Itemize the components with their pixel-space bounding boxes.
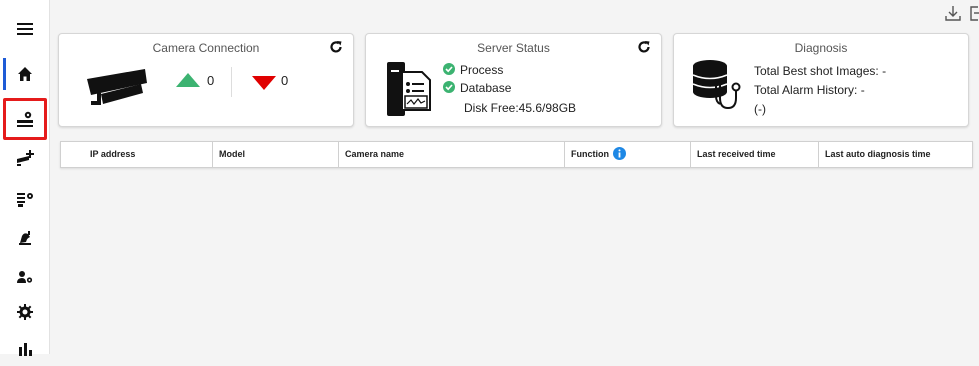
camera-icon xyxy=(87,69,147,105)
disk-free: Disk Free:45.6/98GB xyxy=(464,101,577,115)
column-header-ip-address[interactable]: IP address xyxy=(61,142,212,167)
process-ok-icon xyxy=(443,63,455,75)
database-ok-icon xyxy=(443,81,455,93)
camera-settings-icon xyxy=(17,193,33,207)
gear-icon xyxy=(17,304,33,320)
column-header-last-received-time[interactable]: Last received time xyxy=(690,142,818,167)
column-header-function[interactable]: Function xyxy=(564,142,690,167)
best-shot-total: Total Best shot Images: - xyxy=(754,64,887,78)
add-camera-icon xyxy=(17,150,34,166)
function-label: Function xyxy=(571,149,609,159)
sidebar-item-server-settings[interactable] xyxy=(3,98,47,140)
sidebar xyxy=(0,0,50,356)
sidebar-item-home[interactable] xyxy=(0,56,50,92)
divider xyxy=(231,67,232,97)
diagnosis-note: (-) xyxy=(754,102,766,116)
offline-down-icon xyxy=(252,76,276,90)
sidebar-item-user-settings[interactable] xyxy=(0,259,50,295)
refresh-icon[interactable] xyxy=(637,40,651,54)
top-toolbar xyxy=(945,4,979,22)
info-icon[interactable] xyxy=(612,147,626,160)
sidebar-item-camera-settings[interactable] xyxy=(0,181,50,217)
database-stethoscope-icon xyxy=(692,60,741,110)
menu-icon xyxy=(17,23,33,35)
download-icon[interactable] xyxy=(945,4,961,22)
alarm-icon xyxy=(19,231,31,245)
camera-connection-card: Camera Connection 0 0 xyxy=(58,33,354,127)
menu-button[interactable] xyxy=(0,11,50,47)
sidebar-item-alarm[interactable] xyxy=(0,220,50,256)
offline-count: 0 xyxy=(281,73,289,88)
process-label: Process xyxy=(460,63,504,77)
sidebar-item-statistics[interactable] xyxy=(0,330,50,366)
column-header-camera-name[interactable]: Camera name xyxy=(338,142,564,167)
camera-table-header: IP address Model Camera name Function La… xyxy=(60,141,973,168)
diagnosis-card: Diagnosis Total Best shot Images: - Tota… xyxy=(673,33,969,127)
online-up-icon xyxy=(176,73,200,87)
database-label: Database xyxy=(460,81,512,95)
sidebar-item-add-camera[interactable] xyxy=(0,140,50,176)
user-settings-icon xyxy=(17,271,33,283)
alarm-history-total: Total Alarm History: - xyxy=(754,83,865,97)
online-count: 0 xyxy=(207,73,215,88)
server-status-title: Server Status xyxy=(477,41,550,55)
diagnosis-title: Diagnosis xyxy=(794,41,848,55)
export-icon[interactable] xyxy=(969,4,979,22)
refresh-icon[interactable] xyxy=(329,40,343,54)
sidebar-item-settings[interactable] xyxy=(0,294,50,330)
camera-connection-title: Camera Connection xyxy=(152,41,260,55)
column-header-last-auto-diagnosis-time[interactable]: Last auto diagnosis time xyxy=(818,142,973,167)
home-icon xyxy=(18,67,32,81)
server-icon xyxy=(387,62,431,116)
server-settings-icon xyxy=(17,111,33,127)
column-header-model[interactable]: Model xyxy=(212,142,338,167)
server-status-card: Server Status Process Database Disk Free… xyxy=(365,33,662,127)
